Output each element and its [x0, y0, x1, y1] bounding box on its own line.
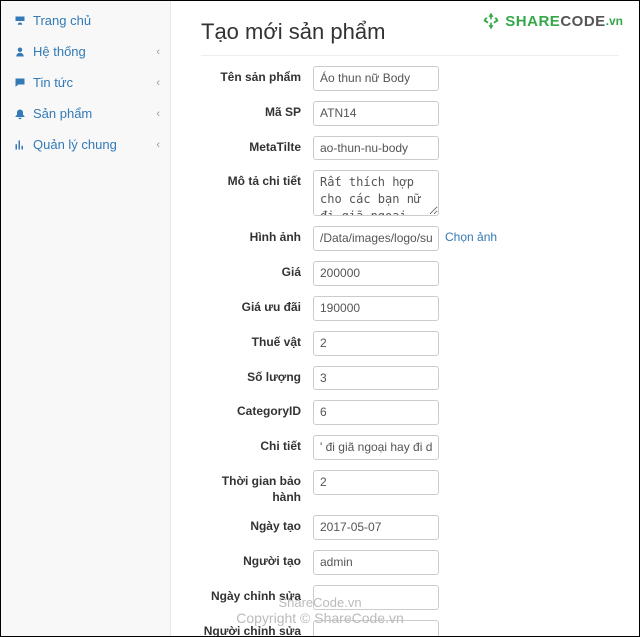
- user-icon: [13, 46, 27, 58]
- recycle-icon: [481, 11, 501, 31]
- input-ma-sp[interactable]: [313, 101, 439, 126]
- input-giauudai[interactable]: [313, 296, 439, 321]
- label-ngaytao: Ngày tạo: [201, 515, 313, 535]
- label-chitiet: Chi tiết: [201, 435, 313, 455]
- brand-text-2: CODE: [560, 13, 605, 30]
- label-ngaychinhsua: Ngày chỉnh sửa: [201, 585, 313, 605]
- sidebar-item-management[interactable]: Quản lý chung ‹: [1, 129, 170, 160]
- divider: [201, 55, 619, 56]
- sidebar-item-label: Hệ thống: [33, 44, 86, 59]
- sidebar-item-label: Sản phẩm: [33, 106, 92, 121]
- brand-suffix: .vn: [606, 14, 623, 28]
- chevron-left-icon: ‹: [156, 139, 160, 151]
- label-mota: Mô tả chi tiết: [201, 170, 313, 190]
- label-ten-sp: Tên sản phẩm: [201, 66, 313, 86]
- label-nguoichinhsua: Người chỉnh sửa: [201, 620, 313, 636]
- sidebar-item-label: Quản lý chung: [33, 137, 117, 152]
- bell-icon: [13, 108, 27, 120]
- sidebar-item-products[interactable]: Sản phẩm ‹: [1, 98, 170, 129]
- dashboard-icon: [13, 15, 27, 27]
- textarea-mota[interactable]: Rất thích hợp cho các bạn nữ đi giã ngoạ…: [313, 170, 439, 216]
- input-metatitle[interactable]: [313, 136, 439, 161]
- sidebar-item-label: Tin tức: [33, 75, 73, 90]
- label-ma-sp: Mã SP: [201, 101, 313, 121]
- label-thuevat: Thuế vật: [201, 331, 313, 351]
- label-nguoitao: Người tạo: [201, 550, 313, 570]
- label-baohanh: Thời gian bảo hành: [201, 470, 313, 505]
- input-nguoichinhsua[interactable]: [313, 620, 439, 636]
- main-content: SHARECODE.vn Tạo mới sản phẩm Tên sản ph…: [171, 1, 639, 636]
- sidebar: Trang chủ Hệ thống ‹ Tin tức ‹ Sản phẩm …: [1, 1, 171, 636]
- input-ngaychinhsua[interactable]: [313, 585, 439, 610]
- sidebar-item-system[interactable]: Hệ thống ‹: [1, 36, 170, 67]
- input-hinhanh[interactable]: [313, 226, 439, 251]
- choose-image-link[interactable]: Chọn ảnh: [445, 226, 497, 244]
- label-giauudai: Giá ưu đãi: [201, 296, 313, 316]
- sidebar-item-home[interactable]: Trang chủ: [1, 5, 170, 36]
- input-gia[interactable]: [313, 261, 439, 286]
- input-ten-sp[interactable]: [313, 66, 439, 91]
- input-ngaytao[interactable]: [313, 515, 439, 540]
- chevron-left-icon: ‹: [156, 46, 160, 58]
- input-nguoitao[interactable]: [313, 550, 439, 575]
- label-metatitle: MetaTilte: [201, 136, 313, 156]
- sidebar-item-label: Trang chủ: [33, 13, 91, 28]
- label-hinhanh: Hình ảnh: [201, 226, 313, 246]
- label-soluong: Số lượng: [201, 366, 313, 386]
- brand-logo: SHARECODE.vn: [481, 11, 623, 31]
- input-chitiet[interactable]: [313, 435, 439, 460]
- chevron-left-icon: ‹: [156, 108, 160, 120]
- sidebar-item-news[interactable]: Tin tức ‹: [1, 67, 170, 98]
- input-categoryid[interactable]: [313, 400, 439, 425]
- label-categoryid: CategoryID: [201, 400, 313, 420]
- input-soluong[interactable]: [313, 366, 439, 391]
- label-gia: Giá: [201, 261, 313, 281]
- input-baohanh[interactable]: [313, 470, 439, 495]
- chevron-left-icon: ‹: [156, 77, 160, 89]
- brand-text-1: SHARE: [505, 13, 560, 30]
- input-thuevat[interactable]: [313, 331, 439, 356]
- comment-icon: [13, 77, 27, 89]
- chart-icon: [13, 139, 27, 151]
